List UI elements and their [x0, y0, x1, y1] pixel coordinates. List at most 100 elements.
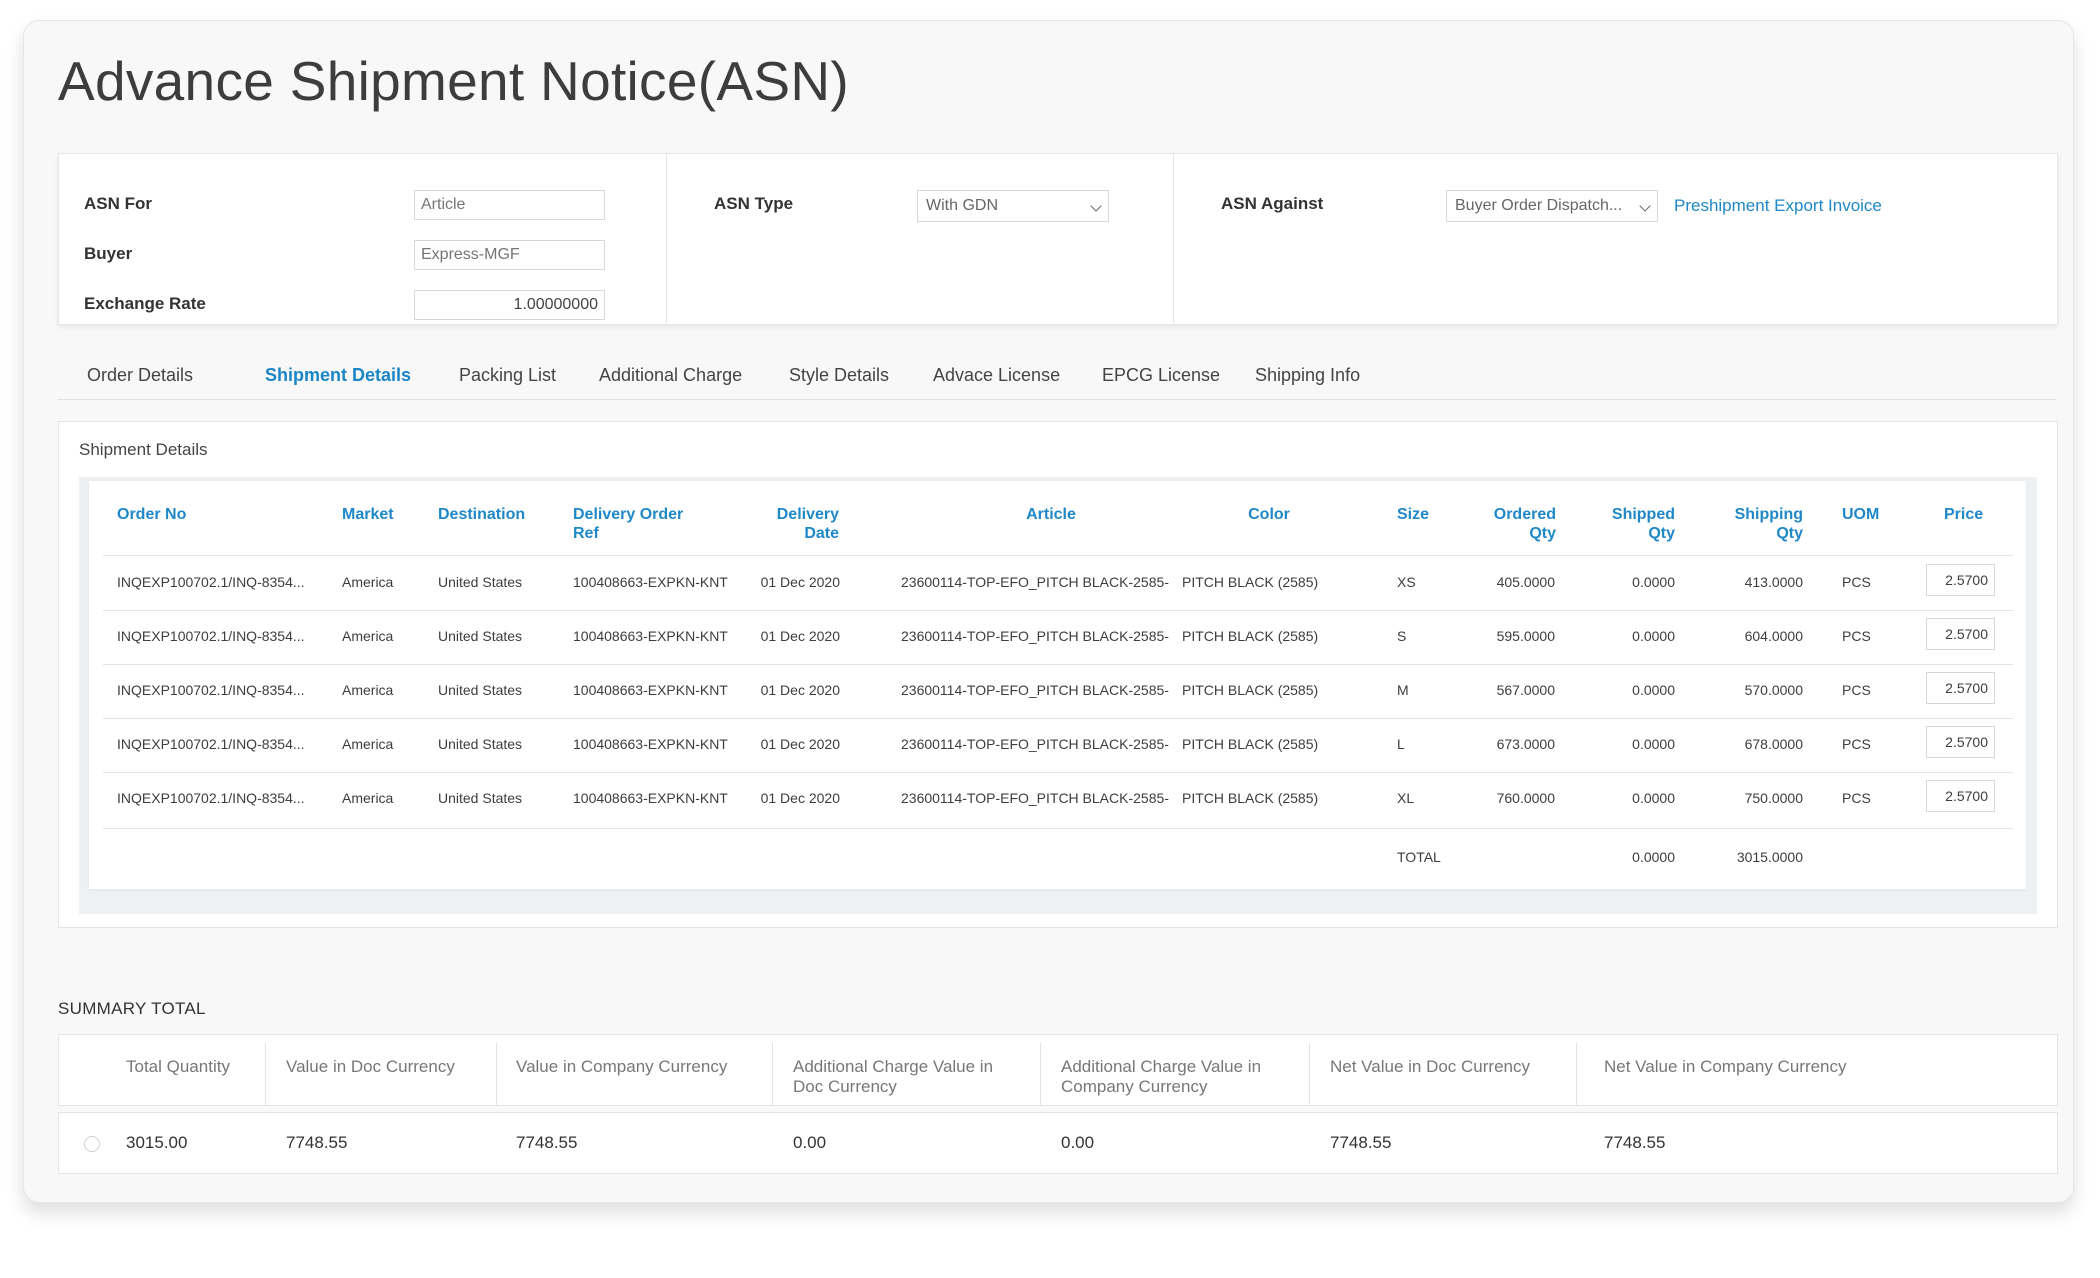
col-header-shipping-qty-line2: Qty [1776, 525, 1803, 542]
row-divider [103, 828, 2013, 829]
col-header-price: Price [1944, 506, 1984, 523]
table-row[interactable]: INQEXP100702.1/INQ-8354... America Unite… [89, 718, 2026, 772]
cell-uom: PCS [1842, 790, 1871, 806]
chevron-down-icon [1090, 200, 1102, 212]
cell-size: XS [1397, 574, 1416, 590]
summary-col-addl-charge-doc: Additional Charge Value in Doc Currency [793, 1057, 993, 1097]
row-select-radio[interactable] [84, 1136, 100, 1152]
summary-net-doc-value: 7748.55 [1330, 1133, 1392, 1152]
exchange-rate-input[interactable] [414, 290, 605, 320]
summary-value-company-value: 7748.55 [516, 1133, 578, 1152]
summary-col-total-quantity: Total Quantity [126, 1057, 230, 1076]
cell-uom: PCS [1842, 574, 1871, 590]
col-header-destination: Destination [438, 506, 526, 523]
cell-order-no: INQEXP100702.1/INQ-8354... [117, 790, 305, 806]
price-input[interactable] [1926, 564, 1995, 596]
tab-advace-license[interactable]: Advace License [933, 365, 1060, 386]
cell-delivery-date: 01 Dec 2020 [760, 736, 840, 752]
shipment-details-panel: Shipment Details Order No Market Destina… [58, 421, 2058, 928]
tab-style-details[interactable]: Style Details [789, 365, 889, 386]
asn-type-select[interactable]: With GDN [917, 190, 1109, 222]
cell-destination: United States [438, 628, 523, 644]
cell-shipping-qty: 750.0000 [1744, 790, 1803, 806]
summary-col-value-doc: Value in Doc Currency [286, 1057, 455, 1076]
column-divider [772, 1043, 773, 1105]
chevron-down-icon [1639, 200, 1651, 212]
cell-order-no: INQEXP100702.1/INQ-8354... [117, 682, 305, 698]
tab-additional-charge[interactable]: Additional Charge [599, 365, 742, 386]
cell-destination: United States [438, 682, 523, 698]
price-input[interactable] [1926, 780, 1995, 812]
cell-size: M [1397, 682, 1409, 698]
cell-delivery-order-ref: 100408663-EXPKN-KNT [573, 790, 728, 806]
col-header-ordered-qty-line1: Ordered [1493, 506, 1556, 523]
cell-ordered-qty: 595.0000 [1496, 628, 1555, 644]
cell-shipping-qty: 570.0000 [1744, 682, 1803, 698]
asn-type-label: ASN Type [714, 194, 794, 213]
asn-for-input[interactable] [414, 190, 605, 220]
price-input[interactable] [1926, 672, 1995, 704]
table-row[interactable]: INQEXP100702.1/INQ-8354... America Unite… [89, 556, 2026, 610]
preshipment-export-invoice-link[interactable]: Preshipment Export Invoice [1674, 196, 1882, 216]
tab-epcg-license[interactable]: EPCG License [1102, 365, 1220, 386]
column-divider [265, 1043, 266, 1105]
cell-ordered-qty: 673.0000 [1496, 736, 1555, 752]
summary-total-quantity-value: 3015.00 [126, 1133, 188, 1152]
cell-color: PITCH BLACK (2585) [1182, 682, 1319, 698]
cell-delivery-date: 01 Dec 2020 [760, 628, 840, 644]
col-header-color: Color [1248, 506, 1290, 523]
cell-article: 23600114-TOP-EFO_PITCH BLACK-2585- [901, 736, 1169, 752]
table-row[interactable]: INQEXP100702.1/INQ-8354... America Unite… [89, 610, 2026, 664]
summary-col-value-company: Value in Company Currency [516, 1057, 728, 1076]
total-label: TOTAL [1397, 849, 1441, 865]
cell-order-no: INQEXP100702.1/INQ-8354... [117, 574, 305, 590]
cell-article: 23600114-TOP-EFO_PITCH BLACK-2585- [901, 574, 1169, 590]
cell-destination: United States [438, 790, 523, 806]
cell-article: 23600114-TOP-EFO_PITCH BLACK-2585- [901, 628, 1169, 644]
cell-size: XL [1397, 790, 1415, 806]
cell-order-no: INQEXP100702.1/INQ-8354... [117, 628, 305, 644]
asn-against-value: Buyer Order Dispatch... [1455, 197, 1623, 214]
tab-shipment-details[interactable]: Shipment Details [265, 365, 411, 386]
asn-card: Advance Shipment Notice(ASN) ASN For Buy… [23, 20, 2074, 1203]
table-row[interactable]: INQEXP100702.1/INQ-8354... America Unite… [89, 772, 2026, 826]
table-row[interactable]: INQEXP100702.1/INQ-8354... America Unite… [89, 664, 2026, 718]
price-input[interactable] [1926, 618, 1995, 650]
col-header-shipped-qty: Shipped Qty [1569, 505, 1675, 543]
asn-against-select[interactable]: Buyer Order Dispatch... [1446, 190, 1658, 222]
cell-size: L [1397, 736, 1405, 752]
cell-delivery-order-ref: 100408663-EXPKN-KNT [573, 628, 728, 644]
total-shipped-qty: 0.0000 [1632, 849, 1675, 865]
cell-delivery-date: 01 Dec 2020 [760, 790, 840, 806]
price-input[interactable] [1926, 726, 1995, 758]
summary-col-addl-charge-doc-line2: Doc Currency [793, 1077, 897, 1096]
summary-total-title: SUMMARY TOTAL [58, 999, 206, 1018]
summary-value-doc-value: 7748.55 [286, 1133, 348, 1152]
col-header-delivery-date-line2: Date [804, 525, 839, 542]
cell-shipped-qty: 0.0000 [1632, 682, 1675, 698]
cell-ordered-qty: 405.0000 [1496, 574, 1555, 590]
col-header-delivery-date-line1: Delivery [776, 506, 839, 523]
col-header-shipping-qty-line1: Shipping [1734, 506, 1803, 523]
tab-packing-list[interactable]: Packing List [459, 365, 556, 386]
cell-delivery-date: 01 Dec 2020 [760, 682, 840, 698]
summary-row[interactable]: 3015.00 7748.55 7748.55 0.00 0.00 7748.5… [58, 1112, 2058, 1174]
cell-market: America [342, 736, 394, 752]
tab-shipping-info[interactable]: Shipping Info [1255, 365, 1360, 386]
shipment-details-title: Shipment Details [79, 440, 208, 459]
cell-color: PITCH BLACK (2585) [1182, 628, 1319, 644]
cell-shipping-qty: 678.0000 [1744, 736, 1803, 752]
cell-color: PITCH BLACK (2585) [1182, 736, 1319, 752]
col-header-uom: UOM [1842, 506, 1880, 523]
cell-color: PITCH BLACK (2585) [1182, 574, 1319, 590]
tab-order-details[interactable]: Order Details [87, 365, 193, 386]
cell-uom: PCS [1842, 736, 1871, 752]
cell-destination: United States [438, 736, 523, 752]
col-header-order-no: Order No [117, 506, 187, 523]
asn-for-label: ASN For [84, 194, 152, 213]
buyer-input[interactable] [414, 240, 605, 270]
form-column-1: ASN For Buyer Exchange Rate [59, 154, 667, 324]
cell-order-no: INQEXP100702.1/INQ-8354... [117, 736, 305, 752]
cell-shipped-qty: 0.0000 [1632, 574, 1675, 590]
tab-bar: Order Details Shipment Details Packing L… [58, 361, 2056, 400]
